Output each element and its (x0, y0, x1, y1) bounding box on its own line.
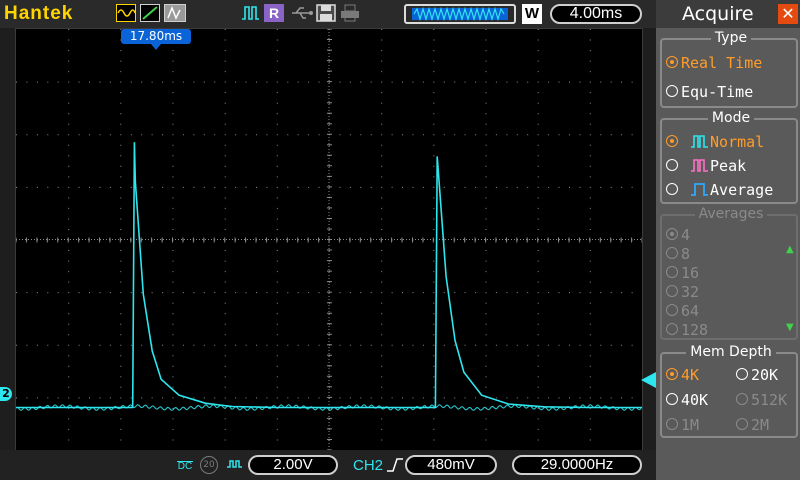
mode-group-title: Mode (707, 110, 755, 126)
radio-icon (666, 159, 678, 171)
type-option-equtime[interactable]: Equ-Time (666, 83, 753, 101)
bw-limit-label: 20 (203, 460, 215, 470)
frequency-readout: 29.0000Hz (512, 455, 642, 475)
acquire-menu-panel: Acquire ✕ Type Real Time Equ-Time Mode N… (656, 0, 800, 480)
radio-icon (666, 85, 678, 97)
trigger-source-label[interactable]: CH2 (353, 457, 383, 474)
persist-icon[interactable] (164, 4, 186, 22)
mem-option-label: 20K (751, 366, 779, 384)
mem-depth-group-title: Mem Depth (686, 344, 776, 360)
coupling-indicator[interactable]: DC (174, 455, 196, 475)
radio-selected-icon (666, 135, 678, 147)
type-option-label: Equ-Time (681, 83, 754, 101)
close-icon[interactable]: ✕ (778, 4, 798, 24)
usb-icon (290, 4, 313, 22)
mem-option-label: 512K (751, 391, 788, 409)
mem-option-4k[interactable]: 4K (666, 366, 699, 384)
mem-option-label: 2M (751, 416, 770, 434)
radio-icon (666, 393, 678, 405)
axis-ticks (15, 28, 643, 451)
waveform-plot (15, 28, 643, 451)
waveform-display[interactable] (15, 28, 643, 451)
mode-option-label: Normal (710, 133, 765, 151)
trigger-position-pointer (151, 44, 161, 50)
trigger-level-marker[interactable] (641, 372, 656, 388)
mode-option-label: Average (710, 181, 774, 199)
trigger-level-readout[interactable]: 480mV (405, 455, 497, 475)
ramp-waveform-icon[interactable] (140, 4, 160, 22)
acquire-mode-icon (240, 4, 260, 22)
mem-option-label: 4K (681, 366, 700, 384)
radio-icon (736, 393, 748, 405)
averages-option: 64 (666, 302, 699, 320)
mem-option-label: 1M (681, 416, 700, 434)
radio-icon (736, 418, 748, 430)
mem-option-2m: 2M (736, 416, 769, 434)
window-zoom-button[interactable]: W (522, 4, 542, 24)
type-option-realtime[interactable]: Real Time (666, 54, 762, 72)
mem-option-40k[interactable]: 40K (666, 391, 708, 409)
waveform-trace (16, 142, 642, 409)
radio-selected-icon (666, 368, 678, 380)
channel-number: 2 (2, 387, 10, 400)
radio-icon (666, 418, 678, 430)
mode-option-label: Peak (710, 157, 747, 175)
trigger-position-marker[interactable]: 17.80ms (121, 29, 191, 44)
radio-icon (736, 368, 748, 380)
averages-group: Averages 4 8 16 32 64 128 ▲ ▼ (660, 206, 798, 340)
timebase-readout[interactable]: 4.00ms (550, 4, 642, 24)
mode-option-normal[interactable]: Normal (666, 133, 764, 151)
radio-icon (666, 183, 678, 195)
type-option-label: Real Time (681, 54, 763, 72)
rising-edge-icon (385, 456, 405, 474)
memory-window-indicator[interactable] (404, 4, 516, 24)
averages-option: 16 (666, 264, 699, 282)
mode-option-average[interactable]: Average (666, 181, 773, 199)
channel-ground-marker[interactable]: 2 (0, 387, 12, 401)
mem-option-512k: 512K (736, 391, 787, 409)
coupling-label: DC (177, 461, 193, 472)
channel-waveform-icon[interactable] (116, 4, 136, 22)
mode-option-peak[interactable]: Peak (666, 157, 746, 175)
mode-group: Mode Normal Peak Average (660, 110, 798, 204)
normal-mode-icon (691, 135, 709, 148)
scroll-up-icon[interactable]: ▲ (786, 244, 794, 255)
type-group-title: Type (710, 30, 752, 46)
mem-option-1m: 1M (666, 416, 699, 434)
averages-option: 128 (666, 321, 708, 339)
averages-option: 8 (666, 245, 690, 263)
mem-option-label: 40K (681, 391, 709, 409)
type-group: Type Real Time Equ-Time (660, 30, 798, 108)
bw-limit-indicator[interactable]: 20 (200, 456, 218, 474)
scroll-down-icon[interactable]: ▼ (786, 322, 794, 333)
averages-group-title: Averages (694, 206, 768, 222)
mem-option-20k[interactable]: 20K (736, 366, 778, 384)
printer-icon[interactable] (340, 4, 360, 22)
radio-selected-icon (666, 56, 678, 68)
peak-mode-icon (691, 159, 709, 172)
floppy-icon[interactable] (316, 4, 336, 22)
ch1-volts-readout[interactable]: 2.00V (248, 455, 338, 475)
record-button[interactable]: R (264, 4, 284, 22)
channel-waveform-small-icon (226, 457, 246, 475)
averages-option: 4 (666, 226, 690, 244)
averages-option: 32 (666, 283, 699, 301)
average-mode-icon (691, 183, 709, 196)
mem-depth-group: Mem Depth 4K 20K 40K 512K 1M 2M (660, 344, 798, 438)
brand-logo: Hantek (4, 3, 74, 24)
